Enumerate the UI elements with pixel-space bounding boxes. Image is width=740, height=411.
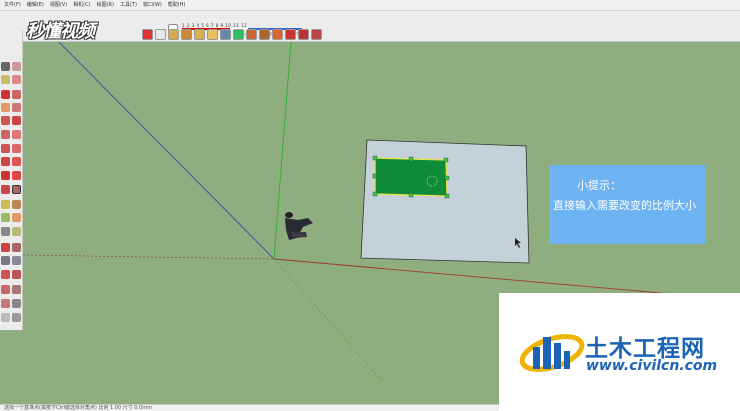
dimension-tool-icon[interactable] <box>12 200 21 209</box>
person-figure <box>285 212 313 240</box>
extra-tool-a-icon[interactable] <box>1 313 10 322</box>
menu-file[interactable]: 文件(F) <box>4 0 21 11</box>
line-tool-icon[interactable] <box>1 90 10 99</box>
select-tool-icon[interactable] <box>1 62 10 71</box>
component-tool-icon[interactable] <box>12 62 21 71</box>
warehouse-icon[interactable] <box>285 29 296 40</box>
flip-tool-icon[interactable] <box>12 171 21 180</box>
circle-tool-icon[interactable] <box>1 116 10 125</box>
zoom-extents-tool-icon[interactable] <box>1 270 10 279</box>
menu-draw[interactable]: 绘图(R) <box>97 0 114 11</box>
menu-tools[interactable]: 工具(T) <box>120 0 137 11</box>
eraser-icon[interactable] <box>181 29 192 40</box>
rotated-rect-tool-icon[interactable] <box>12 103 21 112</box>
axes-tool-icon[interactable] <box>1 227 10 236</box>
top-toolbar: 1 2 3 4 5 6 7 8 9 10 11 12 06:30 中午 17:3… <box>0 11 740 42</box>
tip-box: 小提示： 直接输入需要改变的比例大小 <box>549 165 706 244</box>
menu-edit[interactable]: 编辑(E) <box>27 0 44 11</box>
scale-tool-icon[interactable] <box>1 185 10 194</box>
extra-tool-b-icon[interactable] <box>12 313 21 322</box>
menu-help[interactable]: 帮助(H) <box>168 0 186 11</box>
pan-tool-icon[interactable] <box>12 243 21 252</box>
rectangle-tool-icon[interactable] <box>1 103 10 112</box>
tip-body: 直接输入需要改变的比例大小 <box>553 199 696 212</box>
push-pull-tool-icon[interactable] <box>1 144 10 153</box>
orbit-tool-icon[interactable] <box>1 243 10 252</box>
civilcn-emblem-icon <box>519 334 585 372</box>
menu-bar: 文件(F) 编辑(E) 视图(V) 相机(C) 绘图(R) 工具(T) 窗口(W… <box>0 0 740 11</box>
component-icon[interactable] <box>298 29 309 40</box>
select-icon[interactable] <box>155 29 166 40</box>
toolbar-row <box>142 29 322 40</box>
menu-view[interactable]: 视图(V) <box>50 0 67 11</box>
walk-icon[interactable] <box>272 29 283 40</box>
walk-tool-icon[interactable] <box>1 299 10 308</box>
civilcn-watermark: 土木工程网 www.civilcn.com <box>499 293 740 411</box>
text-icon[interactable] <box>246 29 257 40</box>
freehand-tool-icon[interactable] <box>12 90 21 99</box>
menu-camera[interactable]: 相机(C) <box>73 0 90 11</box>
scale-tool-active-icon[interactable] <box>12 185 21 194</box>
zoom-tool-icon[interactable] <box>1 256 10 265</box>
look-around-tool-icon[interactable] <box>12 285 21 294</box>
civilcn-url: www.civilcn.com <box>586 358 718 374</box>
tip-title: 小提示： <box>577 179 621 192</box>
tape-tool-icon[interactable] <box>1 200 10 209</box>
3d-text-tool-icon[interactable] <box>12 227 21 236</box>
rotate-tool-icon[interactable] <box>1 171 10 180</box>
menu-window[interactable]: 窗口(W) <box>143 0 162 11</box>
paint-bucket-icon[interactable] <box>168 29 179 40</box>
rotate-icon[interactable] <box>142 29 153 40</box>
protractor-icon[interactable] <box>207 29 218 40</box>
tape-measure-icon[interactable] <box>194 29 205 40</box>
green-axis-dashed <box>273 258 384 383</box>
selected-image-rect[interactable] <box>374 157 448 197</box>
previous-view-tool-icon[interactable] <box>12 270 21 279</box>
arc-tool-icon[interactable] <box>1 130 10 139</box>
axes-icon[interactable] <box>220 29 231 40</box>
protractor-tool-icon[interactable] <box>1 213 10 222</box>
section-plane-icon[interactable] <box>259 29 270 40</box>
zoom-window-tool-icon[interactable] <box>12 256 21 265</box>
text-tool-icon[interactable] <box>12 213 21 222</box>
status-bar: 选择一个基准点(或按下Ctrl键选择对角点) 比例 1.00 尺寸 0.0mm <box>0 404 499 411</box>
position-camera-tool-icon[interactable] <box>1 285 10 294</box>
move-tool-icon[interactable] <box>1 157 10 166</box>
red-axis-dashed <box>23 254 275 260</box>
left-toolbar <box>0 30 23 330</box>
video-watermark-logo: 秒懂视频 <box>26 21 95 42</box>
extension-icon[interactable] <box>311 29 322 40</box>
polygon-tool-icon[interactable] <box>12 116 21 125</box>
sketchup-window: 文件(F) 编辑(E) 视图(V) 相机(C) 绘图(R) 工具(T) 窗口(W… <box>0 0 740 411</box>
blue-axis-line <box>58 42 275 260</box>
section-tool-icon[interactable] <box>12 299 21 308</box>
follow-me-tool-icon[interactable] <box>12 144 21 153</box>
eraser-tool-icon[interactable] <box>12 75 21 84</box>
offset-tool-icon[interactable] <box>12 157 21 166</box>
dimension-icon[interactable] <box>233 29 244 40</box>
pie-tool-icon[interactable] <box>12 130 21 139</box>
paint-tool-icon[interactable] <box>1 75 10 84</box>
